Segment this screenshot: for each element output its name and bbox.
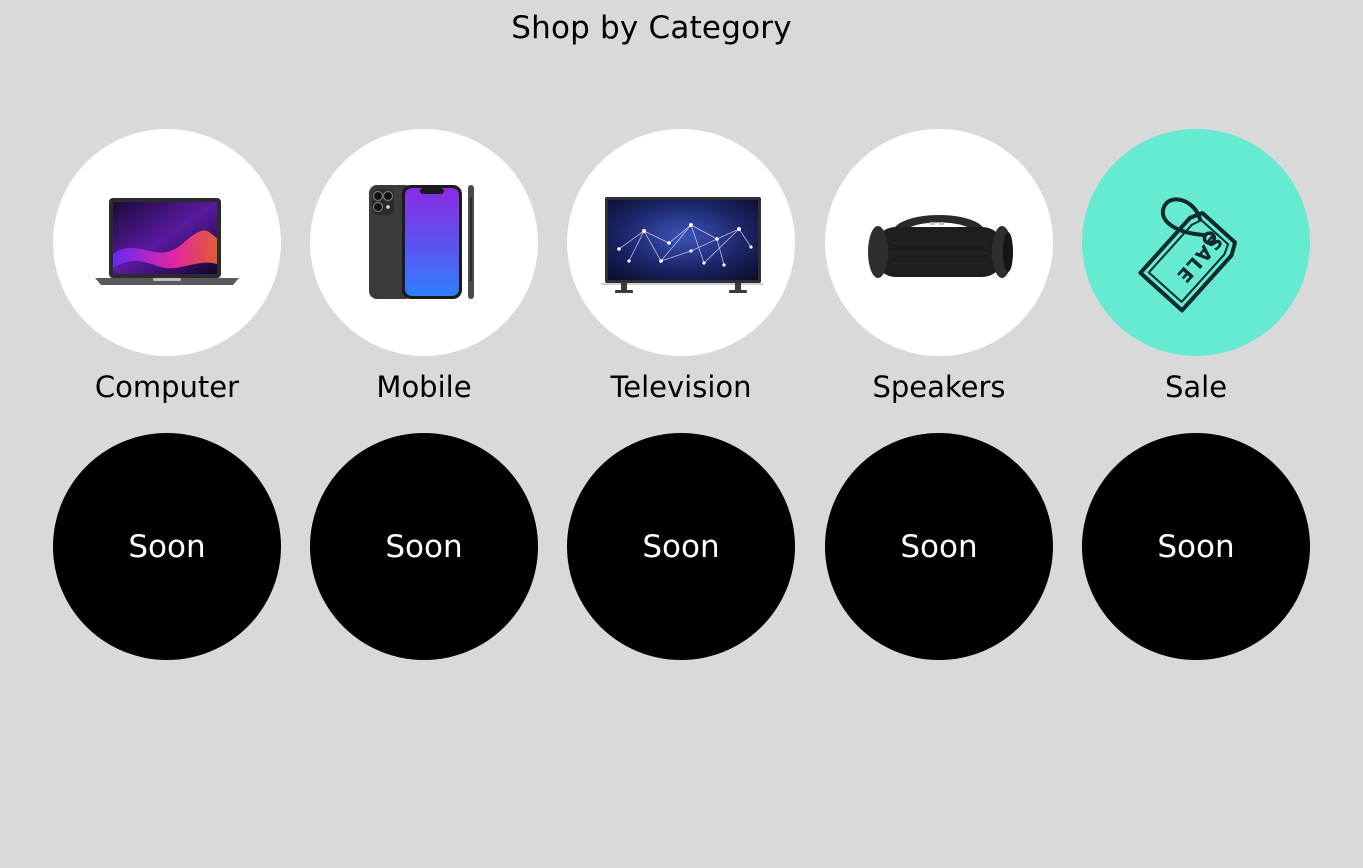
- coming-soon-tile[interactable]: Soon: [310, 433, 538, 660]
- coming-soon-tile[interactable]: Soon: [567, 433, 795, 660]
- coming-soon-tile[interactable]: Soon: [825, 433, 1053, 660]
- category-sale[interactable]: SALE Sale: [1082, 129, 1310, 404]
- category-mobile-image[interactable]: [310, 129, 538, 356]
- smartphone-icon: [369, 184, 474, 299]
- coming-soon-tile[interactable]: Soon: [53, 433, 281, 660]
- laptop-icon: [95, 197, 239, 285]
- coming-soon-label: Soon: [128, 528, 206, 565]
- category-computer-label[interactable]: Computer: [33, 367, 301, 407]
- page-title: Shop by Category: [511, 10, 792, 46]
- category-speakers-image[interactable]: [825, 129, 1053, 356]
- category-sale-label[interactable]: Sale: [1062, 367, 1330, 407]
- category-television[interactable]: Television: [567, 129, 795, 404]
- category-speakers[interactable]: Speakers: [825, 129, 1053, 404]
- category-mobile[interactable]: Mobile: [310, 129, 538, 404]
- coming-soon-label: Soon: [642, 528, 720, 565]
- coming-soon-label: Soon: [385, 528, 463, 565]
- category-computer[interactable]: Computer: [53, 129, 281, 404]
- television-icon: [601, 196, 763, 293]
- category-computer-image[interactable]: [53, 129, 281, 356]
- category-television-label[interactable]: Television: [547, 367, 815, 407]
- coming-soon-label: Soon: [900, 528, 978, 565]
- speaker-icon: [868, 214, 1013, 278]
- category-mobile-label[interactable]: Mobile: [290, 367, 558, 407]
- category-speakers-label[interactable]: Speakers: [805, 367, 1073, 407]
- category-sale-image[interactable]: SALE: [1082, 129, 1310, 356]
- category-television-image[interactable]: [567, 129, 795, 356]
- coming-soon-tile[interactable]: Soon: [1082, 433, 1310, 660]
- sale-tag-icon: SALE: [1138, 196, 1238, 312]
- coming-soon-label: Soon: [1157, 528, 1235, 565]
